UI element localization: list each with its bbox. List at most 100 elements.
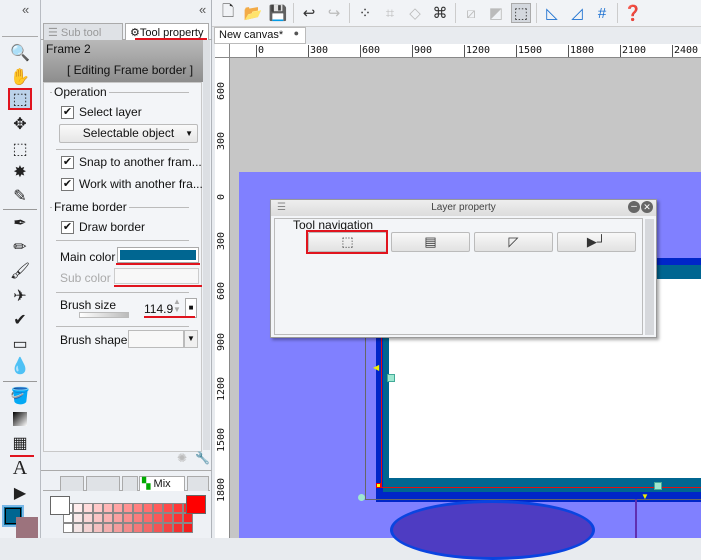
brush-size-menu-button[interactable]: ■ bbox=[185, 298, 197, 318]
menu-icon[interactable]: ☰ bbox=[277, 200, 286, 215]
corner-handle[interactable] bbox=[358, 494, 365, 501]
mix-color-cell[interactable] bbox=[133, 523, 143, 533]
brush-icon[interactable]: 🖌 bbox=[8, 260, 32, 282]
mix-color-cell[interactable] bbox=[83, 523, 93, 533]
new-file-icon[interactable]: 🗋 bbox=[218, 3, 238, 23]
mix-color-cell[interactable] bbox=[83, 513, 93, 523]
tab-color-wheel[interactable] bbox=[60, 476, 84, 491]
brush-size-value[interactable]: 114.9 bbox=[144, 302, 173, 316]
select-layer-checkbox[interactable]: ✔ Select layer bbox=[61, 105, 142, 119]
mix-color-cell[interactable] bbox=[143, 523, 153, 533]
collapse-icon[interactable]: « bbox=[199, 2, 206, 17]
mix-color-cell[interactable] bbox=[73, 523, 83, 533]
mix-color-cell[interactable] bbox=[173, 503, 183, 513]
pencil-icon[interactable]: ✏ bbox=[8, 236, 32, 258]
clear-icon[interactable]: ◇ bbox=[405, 3, 425, 23]
nav-frame-cut-button[interactable]: ▤ bbox=[391, 232, 470, 252]
corner-handle[interactable] bbox=[376, 483, 381, 488]
scrollbar[interactable] bbox=[203, 40, 210, 450]
text-tool-icon[interactable]: A bbox=[8, 457, 32, 479]
tab-history[interactable] bbox=[187, 476, 209, 491]
selection-toggle-icon[interactable]: ⬚ bbox=[511, 3, 531, 23]
eyedropper-icon[interactable]: ✎ bbox=[8, 185, 32, 207]
perspective-ruler-icon[interactable]: ◺ bbox=[542, 3, 562, 23]
grid-icon[interactable]: # bbox=[592, 3, 612, 23]
sub-color-button[interactable] bbox=[114, 268, 199, 284]
reset-icon[interactable]: ✺ bbox=[177, 451, 187, 465]
mix-color-cell[interactable] bbox=[63, 523, 73, 533]
nav-control-point-button[interactable]: ◸ bbox=[474, 232, 553, 252]
gradient-icon[interactable] bbox=[8, 408, 32, 430]
move-layer-icon[interactable]: ✥ bbox=[8, 113, 32, 135]
mix-color-cell[interactable] bbox=[153, 513, 163, 523]
mix-color-cell[interactable] bbox=[183, 523, 193, 533]
mix-color-white[interactable] bbox=[50, 496, 70, 515]
zoom-tool-icon[interactable]: 🔍 bbox=[8, 42, 32, 64]
mix-color-cell[interactable] bbox=[143, 513, 153, 523]
special-ruler-icon[interactable]: ◿ bbox=[567, 3, 587, 23]
mix-color-cell[interactable] bbox=[113, 513, 123, 523]
mix-color-red[interactable] bbox=[186, 495, 206, 514]
pen-icon[interactable]: ✒ bbox=[8, 212, 32, 234]
mix-color-cell[interactable] bbox=[133, 513, 143, 523]
close-icon[interactable]: ✕ bbox=[641, 201, 653, 213]
decoration-icon[interactable]: ✔ bbox=[8, 309, 32, 331]
close-dot-icon[interactable]: ● bbox=[294, 28, 299, 38]
mix-color-cell[interactable] bbox=[173, 523, 183, 533]
mix-color-cell[interactable] bbox=[163, 523, 173, 533]
control-handle[interactable] bbox=[654, 482, 662, 490]
transform-icon[interactable]: ⌗ bbox=[380, 3, 400, 23]
mix-color-cell[interactable] bbox=[163, 513, 173, 523]
airbrush-icon[interactable]: ✈ bbox=[8, 285, 32, 307]
mix-color-cell[interactable] bbox=[123, 523, 133, 533]
frame-border-icon[interactable]: ▦ bbox=[8, 432, 32, 454]
mix-color-cell[interactable] bbox=[183, 513, 193, 523]
undo-icon[interactable]: ↩ bbox=[299, 3, 319, 23]
help-icon[interactable]: ❓ bbox=[623, 3, 643, 23]
draw-border-checkbox[interactable]: ✔ Draw border bbox=[61, 220, 145, 234]
dialog-scrollbar[interactable] bbox=[645, 219, 654, 335]
deselect-icon[interactable]: ⁘ bbox=[355, 3, 375, 23]
ruler-icon[interactable]: ◩ bbox=[486, 3, 506, 23]
hide-ruler-icon[interactable]: ⧄ bbox=[461, 3, 481, 23]
selection-icon[interactable]: ⬚ bbox=[8, 138, 32, 160]
arrow-left-handle[interactable]: ◀ bbox=[373, 363, 379, 372]
sub-color-swatch[interactable] bbox=[16, 517, 38, 538]
brush-size-slider[interactable] bbox=[79, 312, 129, 318]
mix-color-cell[interactable] bbox=[143, 503, 153, 513]
save-icon[interactable]: 💾 bbox=[268, 3, 288, 23]
work-with-checkbox[interactable]: ✔ Work with another fra... bbox=[61, 177, 203, 191]
mix-color-cell[interactable] bbox=[93, 503, 103, 513]
mix-color-cell[interactable] bbox=[133, 503, 143, 513]
redo-icon[interactable]: ↪ bbox=[324, 3, 344, 23]
mix-color-cell[interactable] bbox=[113, 503, 123, 513]
arrow-down-handle[interactable]: ▼ bbox=[641, 492, 649, 501]
main-color-button[interactable] bbox=[117, 247, 199, 263]
selectable-object-dropdown[interactable]: Selectable object ▼ bbox=[59, 124, 198, 143]
crop-icon[interactable]: ⌘ bbox=[430, 3, 450, 23]
tab-sub-tool[interactable]: ☰ Sub tool bbox=[43, 23, 123, 40]
mix-color-cell[interactable] bbox=[123, 503, 133, 513]
ruler-tool-icon[interactable]: ▶ bbox=[8, 482, 32, 504]
mix-color-cell[interactable] bbox=[93, 523, 103, 533]
document-tab[interactable]: New canvas* ● bbox=[214, 27, 306, 44]
mix-color-cell[interactable] bbox=[103, 523, 113, 533]
mix-color-cell[interactable] bbox=[73, 513, 83, 523]
mix-color-cell[interactable] bbox=[123, 513, 133, 523]
eraser-icon[interactable]: ▭ bbox=[8, 333, 32, 355]
mix-color-cell[interactable] bbox=[163, 503, 173, 513]
collapse-icon[interactable]: « bbox=[22, 2, 29, 17]
mix-color-cell[interactable] bbox=[173, 513, 183, 523]
brush-size-spinner[interactable]: ▲ ▼ bbox=[173, 298, 181, 314]
fill-icon[interactable]: 🪣 bbox=[8, 385, 32, 407]
dialog-titlebar[interactable]: ☰ Layer property – ✕ bbox=[271, 200, 656, 216]
tool-palette-tab[interactable] bbox=[2, 21, 38, 37]
mix-color-cell[interactable] bbox=[103, 503, 113, 513]
mix-color-cell[interactable] bbox=[93, 513, 103, 523]
chevron-down-icon[interactable]: ▼ bbox=[184, 330, 198, 348]
mix-color-cell[interactable] bbox=[103, 513, 113, 523]
snap-checkbox[interactable]: ✔ Snap to another fram... bbox=[61, 155, 202, 169]
open-folder-icon[interactable]: 📂 bbox=[243, 3, 263, 23]
brush-shape-dropdown[interactable] bbox=[128, 330, 184, 348]
control-handle[interactable] bbox=[387, 374, 395, 382]
